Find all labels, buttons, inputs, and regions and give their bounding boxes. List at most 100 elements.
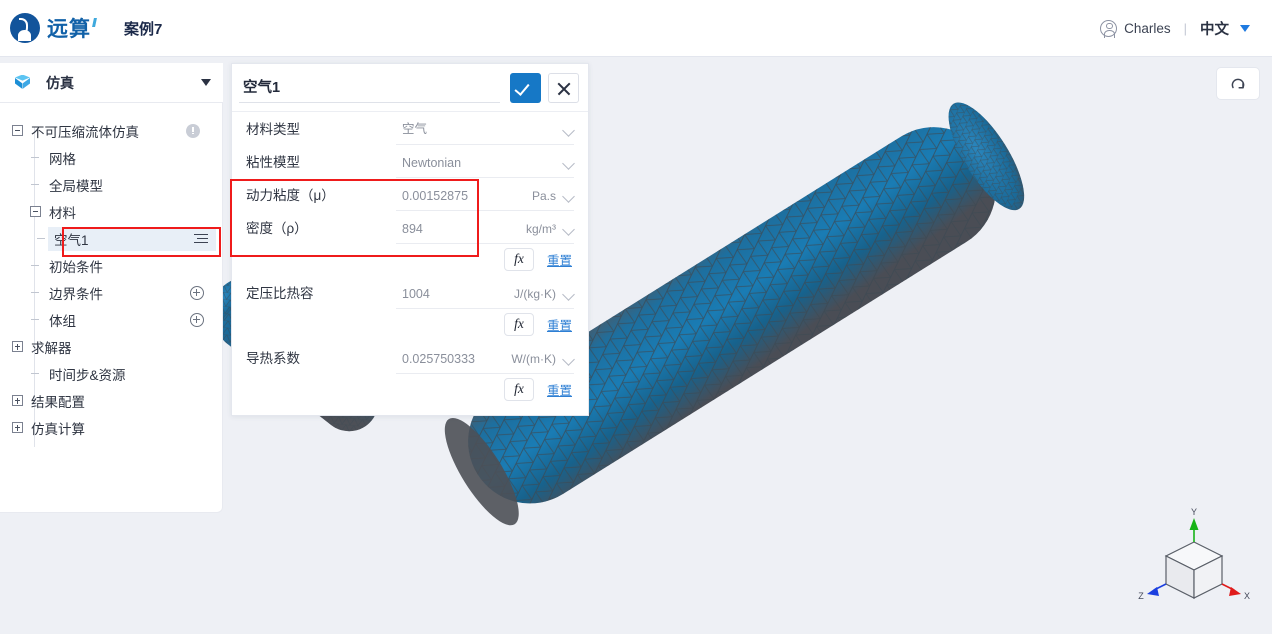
logo-accent-mark-icon [92, 17, 97, 27]
tree-item-result-config[interactable]: 结果配置 [0, 387, 222, 414]
simulation-tree: 不可压缩流体仿真 网格 全局模型 材料 空气1 初始条件 边界条件 体组 求解器… [0, 103, 223, 513]
unit-label: kg/m³ [526, 222, 556, 236]
header-right-group: Charles | 中文 [1100, 18, 1250, 39]
row-value[interactable]: 1004 [396, 287, 496, 309]
row-value[interactable]: Newtonian [396, 156, 496, 178]
tree-item-solver[interactable]: 求解器 [0, 333, 222, 360]
tree-item-label: 空气1 [54, 232, 89, 248]
axis-label-z: Z [1138, 591, 1144, 601]
tree-item-global-model[interactable]: 全局模型 [0, 171, 222, 198]
tree-item-boundary-conditions[interactable]: 边界条件 [0, 279, 222, 306]
row-value[interactable]: 894 [396, 222, 496, 244]
confirm-button[interactable] [510, 72, 541, 103]
tree-item-label: 体组 [49, 313, 76, 329]
expand-plus-icon[interactable] [12, 422, 23, 433]
language-label[interactable]: 中文 [1200, 18, 1229, 39]
reset-view-button[interactable] [1216, 67, 1260, 100]
expand-plus-icon[interactable] [12, 395, 23, 406]
fx-button[interactable]: fx [503, 247, 534, 271]
warning-icon[interactable] [186, 123, 200, 138]
plus-circle-icon[interactable] [190, 312, 204, 327]
tree-item-label: 网格 [49, 151, 76, 167]
axis-orientation-cube[interactable]: Y X Z [1134, 508, 1254, 620]
tree-item-label: 边界条件 [49, 286, 103, 302]
reset-link[interactable]: 重置 [547, 380, 574, 399]
tree-branch-icon [30, 179, 41, 190]
row-dynamic-viscosity: 动力粘度（μ） 0.00152875 Pa.s [232, 178, 588, 211]
row-label: 定压比热容 [246, 286, 314, 301]
row-unit[interactable]: Pa.s [496, 189, 575, 211]
chevron-down-icon[interactable] [562, 124, 575, 137]
tree-item-air1[interactable]: 空气1 [0, 225, 222, 252]
tree-item-air1-selected[interactable]: 空气1 [48, 226, 216, 251]
chevron-down-icon[interactable] [562, 353, 575, 366]
panel-header [232, 64, 588, 112]
thermal-conductivity-fx-row: fx 重置 [232, 374, 588, 404]
app-root: 远算 案例7 Charles | 中文 仿真 不可压缩流体仿真 网格 全局模型 … [0, 0, 1272, 634]
row-unit[interactable] [496, 157, 575, 178]
tree-branch-icon [30, 260, 41, 271]
fx-button[interactable]: fx [503, 312, 534, 336]
module-selector[interactable]: 仿真 [0, 63, 223, 103]
tree-branch-icon [30, 368, 41, 379]
list-icon[interactable] [194, 233, 208, 244]
top-header: 远算 案例7 Charles | 中文 [0, 0, 1272, 57]
row-label: 材料类型 [246, 122, 300, 137]
chevron-down-icon[interactable] [562, 157, 575, 170]
fx-button[interactable]: fx [503, 377, 534, 401]
cube-icon [12, 72, 34, 94]
tree-item-mesh[interactable]: 网格 [0, 144, 222, 171]
tree-branch-icon [30, 152, 41, 163]
tree-branch-icon [36, 233, 47, 244]
row-value[interactable]: 0.00152875 [396, 189, 496, 211]
collapse-minus-icon[interactable] [12, 125, 23, 136]
chevron-down-icon[interactable] [562, 223, 575, 236]
tree-item-material[interactable]: 材料 [0, 198, 222, 225]
row-label: 动力粘度（μ） [246, 188, 335, 203]
row-unit[interactable]: J/(kg·K) [496, 287, 575, 309]
expand-plus-icon[interactable] [12, 341, 23, 352]
module-label: 仿真 [46, 74, 74, 91]
tree-item-label: 初始条件 [49, 259, 103, 275]
chevron-down-icon[interactable] [562, 190, 575, 203]
density-fx-row: fx 重置 [232, 244, 588, 274]
plus-circle-icon[interactable] [190, 285, 204, 300]
row-unit[interactable]: kg/m³ [496, 222, 575, 244]
reset-link[interactable]: 重置 [547, 315, 574, 334]
row-unit[interactable]: W/(m·K) [496, 352, 575, 374]
close-button[interactable] [548, 72, 579, 103]
caret-down-icon[interactable] [201, 79, 211, 86]
tree-item-initial-conditions[interactable]: 初始条件 [0, 252, 222, 279]
brand-circle-logo-icon [10, 13, 40, 43]
row-label: 导热系数 [246, 351, 300, 366]
caret-down-icon[interactable] [1240, 24, 1250, 32]
unit-label: J/(kg·K) [514, 287, 556, 301]
tree-item-incompressible-flow[interactable]: 不可压缩流体仿真 [0, 117, 222, 144]
row-density: 密度（ρ） 894 kg/m³ [232, 211, 588, 244]
reset-link[interactable]: 重置 [547, 250, 574, 269]
unit-label: W/(m·K) [511, 352, 556, 366]
tree-item-simulation-run[interactable]: 仿真计算 [0, 414, 222, 441]
material-properties-panel: 材料类型 空气 粘性模型 Newtonian 动力粘度（μ） 0.0015287… [231, 63, 589, 416]
logo-text: 远算 [47, 18, 91, 41]
row-label: 密度（ρ） [246, 221, 308, 236]
material-name-input[interactable] [239, 72, 500, 103]
tree-item-volume-group[interactable]: 体组 [0, 306, 222, 333]
user-name[interactable]: Charles [1124, 21, 1171, 36]
axis-label-y: Y [1191, 508, 1197, 517]
row-value[interactable]: 空气 [396, 118, 496, 145]
collapse-minus-icon[interactable] [30, 206, 41, 217]
tree-item-label: 不可压缩流体仿真 [31, 124, 139, 140]
brand[interactable]: 远算 [10, 13, 97, 43]
tree-branch-icon [30, 314, 41, 325]
tree-branch-icon [30, 287, 41, 298]
row-value[interactable]: 0.025750333 [396, 352, 496, 374]
user-avatar-icon[interactable] [1100, 19, 1118, 38]
row-unit[interactable] [496, 124, 575, 145]
tree-item-label: 材料 [49, 205, 76, 221]
tree-item-label: 求解器 [31, 340, 72, 356]
case-title: 案例7 [124, 20, 163, 38]
chevron-down-icon[interactable] [562, 288, 575, 301]
tree-item-timestep-resources[interactable]: 时间步&资源 [0, 360, 222, 387]
row-viscosity-model: 粘性模型 Newtonian [232, 145, 588, 178]
